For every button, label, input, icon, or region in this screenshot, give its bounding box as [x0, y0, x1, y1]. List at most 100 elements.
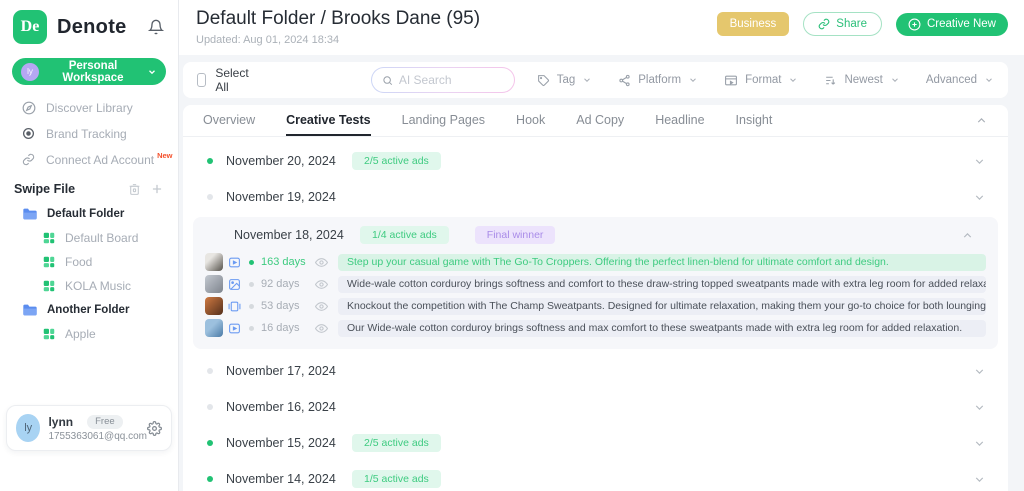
- ad-row[interactable]: 16 days Our Wide-wale cotton corduroy br…: [199, 317, 986, 339]
- tab-insight[interactable]: Insight: [736, 105, 773, 136]
- new-badge: New: [157, 150, 173, 160]
- active-ads-badge: 2/5 active ads: [352, 434, 441, 453]
- ad-thumbnail[interactable]: [205, 319, 223, 338]
- creative-tests-list: November 20, 2024 2/5 active ads Novembe…: [183, 137, 1008, 491]
- chevron-down-icon: [149, 69, 155, 74]
- eye-icon[interactable]: [315, 322, 328, 335]
- eye-icon[interactable]: [315, 300, 328, 313]
- user-email: 1755363061@qq.com: [48, 430, 147, 442]
- date-row-nov-19[interactable]: November 19, 2024: [193, 179, 998, 215]
- sidebar-board-kola-music[interactable]: KOLA Music: [0, 274, 178, 298]
- tabs: Overview Creative Tests Landing Pages Ho…: [183, 105, 1008, 138]
- eye-icon[interactable]: [315, 256, 328, 269]
- platform-filter[interactable]: Platform: [618, 74, 698, 87]
- date-row-nov-17[interactable]: November 17, 2024: [193, 353, 998, 389]
- date-row-nov-16[interactable]: November 16, 2024: [193, 389, 998, 425]
- date-row-nov-18[interactable]: November 18, 2024 1/4 active ads Final w…: [199, 219, 986, 251]
- ai-search[interactable]: [371, 67, 515, 93]
- sidebar-item-label: Brand Tracking: [46, 127, 127, 141]
- chevron-down-icon[interactable]: [973, 191, 986, 204]
- board-icon: [42, 255, 56, 269]
- platform-icon: [618, 74, 631, 87]
- tab-hook[interactable]: Hook: [516, 105, 545, 136]
- status-dot: [249, 303, 254, 309]
- chevron-up-icon[interactable]: [961, 229, 974, 242]
- chevron-down-icon: [790, 78, 797, 82]
- folder-icon: [22, 207, 38, 221]
- sidebar-item-discover-library[interactable]: Discover Library: [0, 95, 178, 121]
- ad-row[interactable]: 92 days Wide-wale cotton corduroy brings…: [199, 273, 986, 295]
- ad-copy-text: Step up your casual game with The Go-To …: [338, 253, 986, 271]
- plus-icon[interactable]: [150, 182, 164, 196]
- sort-icon: [824, 74, 837, 87]
- eye-icon[interactable]: [315, 278, 328, 291]
- tab-headline[interactable]: Headline: [655, 105, 704, 136]
- date-row-nov-15[interactable]: November 15, 2024 2/5 active ads: [193, 425, 998, 461]
- collapse-panel-icon[interactable]: [975, 114, 988, 127]
- chevron-down-icon[interactable]: [973, 401, 986, 414]
- format-filter[interactable]: Format: [724, 74, 798, 87]
- sidebar-board-default-board[interactable]: Default Board: [0, 226, 178, 250]
- ad-thumbnail[interactable]: [205, 297, 223, 316]
- business-button[interactable]: Business: [716, 12, 790, 36]
- chevron-down-icon: [986, 78, 992, 82]
- date-row-nov-14[interactable]: November 14, 2024 1/5 active ads: [193, 461, 998, 491]
- ad-row[interactable]: 163 days Step up your casual game with T…: [199, 251, 986, 273]
- advanced-filter[interactable]: Advanced: [926, 74, 994, 86]
- chevron-down-icon[interactable]: [973, 365, 986, 378]
- date-label: November 18, 2024: [234, 228, 344, 243]
- link-icon: [22, 153, 36, 167]
- search-input[interactable]: [398, 73, 504, 87]
- select-all-checkbox[interactable]: [197, 73, 207, 87]
- bell-icon[interactable]: [148, 19, 164, 35]
- sidebar-board-apple[interactable]: Apple: [0, 322, 178, 346]
- date-row-nov-20[interactable]: November 20, 2024 2/5 active ads: [193, 143, 998, 179]
- days-running: 16 days: [261, 322, 300, 335]
- sidebar-item-connect-ad-account[interactable]: Connect Ad Account New: [0, 147, 178, 173]
- board-label: Default Board: [65, 231, 139, 245]
- chevron-down-icon[interactable]: [973, 437, 986, 450]
- creative-new-button[interactable]: Creative New: [895, 12, 1008, 36]
- app-logo[interactable]: De: [13, 10, 47, 44]
- tag-label: Tag: [556, 74, 576, 86]
- chevron-down-icon: [584, 78, 591, 82]
- sidebar-item-brand-tracking[interactable]: Brand Tracking: [0, 121, 178, 147]
- status-dot: [249, 325, 254, 331]
- tab-ad-copy[interactable]: Ad Copy: [576, 105, 624, 136]
- workspace-switcher[interactable]: ly Personal Workspace: [12, 58, 166, 85]
- platform-label: Platform: [638, 74, 682, 86]
- chevron-down-icon: [891, 78, 898, 82]
- chevron-down-icon[interactable]: [973, 155, 986, 168]
- ad-thumbnail[interactable]: [205, 253, 223, 272]
- board-icon: [42, 231, 56, 245]
- folder-label: Default Folder: [47, 208, 125, 220]
- ad-thumbnail[interactable]: [205, 275, 223, 294]
- sort-filter[interactable]: Newest: [824, 74, 899, 87]
- ad-row[interactable]: 53 days Knockout the competition with Th…: [199, 295, 986, 317]
- gear-icon[interactable]: [147, 420, 162, 436]
- sidebar-folder-another-folder[interactable]: Another Folder: [0, 298, 178, 322]
- date-label: November 20, 2024: [226, 154, 336, 169]
- trash-icon[interactable]: [128, 183, 141, 196]
- main-area: Default Folder / Brooks Dane (95) Update…: [179, 0, 1024, 491]
- sidebar-board-food[interactable]: Food: [0, 250, 178, 274]
- final-winner-badge: Final winner: [474, 226, 556, 245]
- sidebar-folder-default-folder[interactable]: Default Folder: [0, 202, 178, 226]
- chevron-down-icon: [690, 78, 696, 82]
- share-button[interactable]: Share: [803, 12, 882, 36]
- share-label: Share: [836, 18, 867, 30]
- content-panel: Overview Creative Tests Landing Pages Ho…: [183, 105, 1008, 491]
- chevron-down-icon[interactable]: [973, 473, 986, 486]
- tab-overview[interactable]: Overview: [203, 105, 255, 136]
- user-card[interactable]: ly lynn Free 1755363061@qq.com: [6, 405, 172, 451]
- active-ads-badge: 1/4 active ads: [360, 226, 449, 245]
- section-title: Swipe File: [14, 182, 76, 196]
- tag-filter[interactable]: Tag: [537, 74, 593, 87]
- ad-copy-text: Our Wide-wale cotton corduroy brings sof…: [338, 319, 986, 337]
- user-name: lynn: [48, 414, 74, 429]
- tab-landing-pages[interactable]: Landing Pages: [402, 105, 485, 136]
- board-icon: [42, 279, 56, 293]
- active-ads-badge: 1/5 active ads: [352, 470, 441, 489]
- tab-creative-tests[interactable]: Creative Tests: [286, 105, 371, 137]
- creative-new-label: Creative New: [926, 18, 996, 30]
